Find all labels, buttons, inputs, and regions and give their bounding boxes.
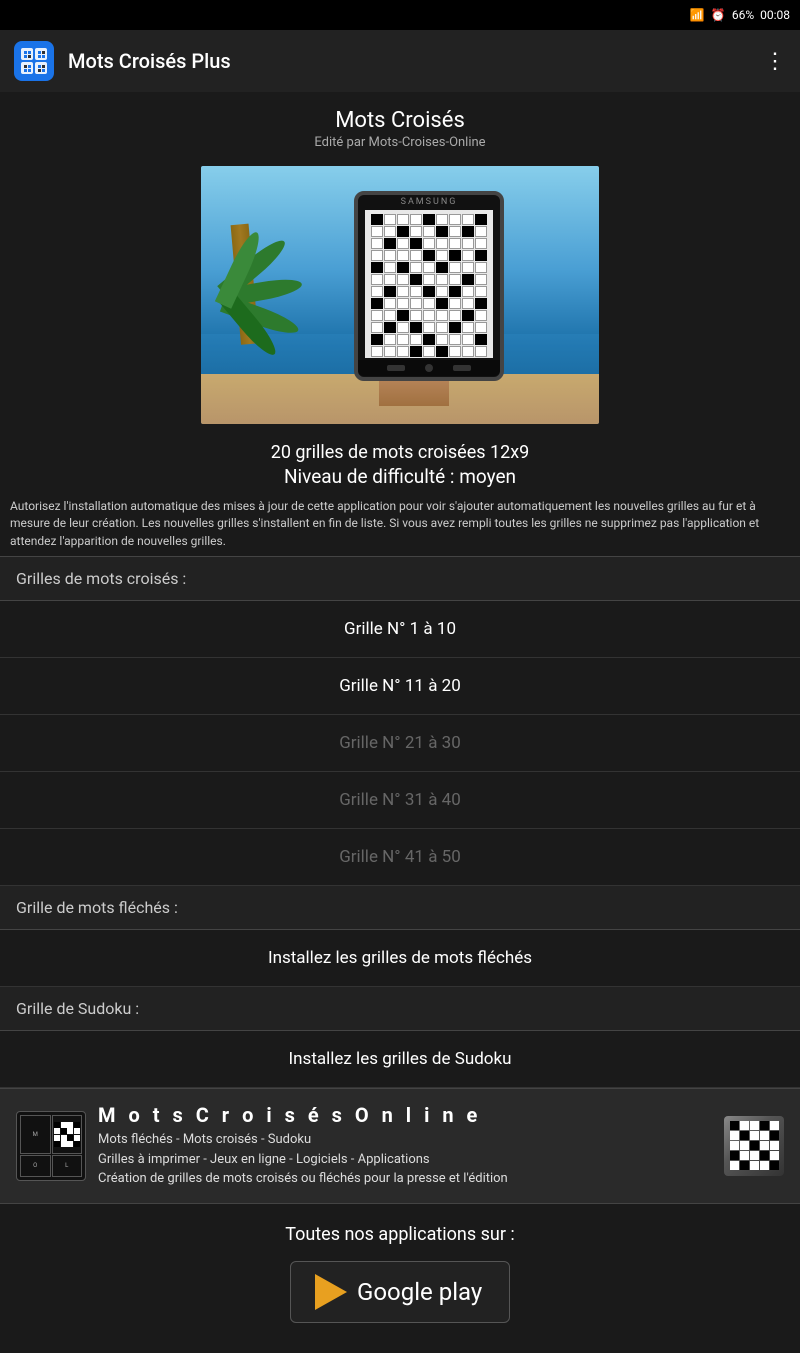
difficulty-level: Niveau de difficulté : moyen <box>10 465 790 488</box>
time-display: 00:08 <box>760 8 790 22</box>
footer-line-3: Création de grilles de mots croisés ou f… <box>98 1169 712 1189</box>
app-name: Mots Croisés <box>0 108 800 133</box>
app-bar-title: Mots Croisés Plus <box>68 49 764 73</box>
grid-31-40-item: Grille N° 31 à 40 <box>0 772 800 829</box>
google-play-section: Toutes nos applications sur : Google pla… <box>0 1204 800 1353</box>
description-section: 20 grilles de mots croisées 12x9 Niveau … <box>0 434 800 492</box>
play-icon <box>315 1274 347 1310</box>
app-icon <box>14 41 54 81</box>
google-play-label: Toutes nos applications sur : <box>0 1224 800 1245</box>
install-sudoku-item[interactable]: Installez les grilles de Sudoku <box>0 1031 800 1088</box>
banner-image: SAMSUNG <box>201 166 599 424</box>
auto-install-notice: Autorisez l'installation automatique des… <box>0 492 800 556</box>
battery-text: 66% <box>732 8 754 22</box>
fleche-section-header: Grille de mots fléchés : <box>0 886 800 930</box>
sudoku-section-header: Grille de Sudoku : <box>0 987 800 1031</box>
footer-logo: M O L <box>16 1111 86 1181</box>
footer-line-2: Grilles à imprimer - Jeux en ligne - Log… <box>98 1150 712 1170</box>
app-bar: Mots Croisés Plus ⋮ <box>0 30 800 92</box>
footer-text: M o t s C r o i s é s O n l i n e Mots f… <box>98 1103 712 1189</box>
menu-button[interactable]: ⋮ <box>764 49 786 74</box>
grid-count: 20 grilles de mots croisées 12x9 <box>10 442 790 463</box>
grid-21-30-item: Grille N° 21 à 30 <box>0 715 800 772</box>
app-header: Mots Croisés Edité par Mots-Croises-Onli… <box>0 92 800 156</box>
editor-label: Edité par Mots-Croises-Online <box>0 135 800 150</box>
status-bar: 📶 ⏰ 66% 00:08 <box>0 0 800 30</box>
grid-11-20-item[interactable]: Grille N° 11 à 20 <box>0 658 800 715</box>
google-play-button[interactable]: Google play <box>290 1261 510 1323</box>
grid-1-10-item[interactable]: Grille N° 1 à 10 <box>0 601 800 658</box>
install-fleche-item[interactable]: Installez les grilles de mots fléchés <box>0 930 800 987</box>
alarm-icon: ⏰ <box>711 8 726 22</box>
footer-right-decoration <box>724 1116 784 1176</box>
footer-banner: M O L M o t s C r o i s é s O n l i n e … <box>0 1088 800 1204</box>
crossword-section-header: Grilles de mots croisés : <box>0 557 800 601</box>
main-content: Mots Croisés Edité par Mots-Croises-Onli… <box>0 92 800 1353</box>
footer-line-1: Mots fléchés - Mots croisés - Sudoku <box>98 1130 712 1150</box>
google-play-text: Google play <box>357 1278 482 1306</box>
footer-brand-title: M o t s C r o i s é s O n l i n e <box>98 1103 712 1127</box>
signal-icon: 📶 <box>690 8 705 22</box>
grid-41-50-item: Grille N° 41 à 50 <box>0 829 800 886</box>
